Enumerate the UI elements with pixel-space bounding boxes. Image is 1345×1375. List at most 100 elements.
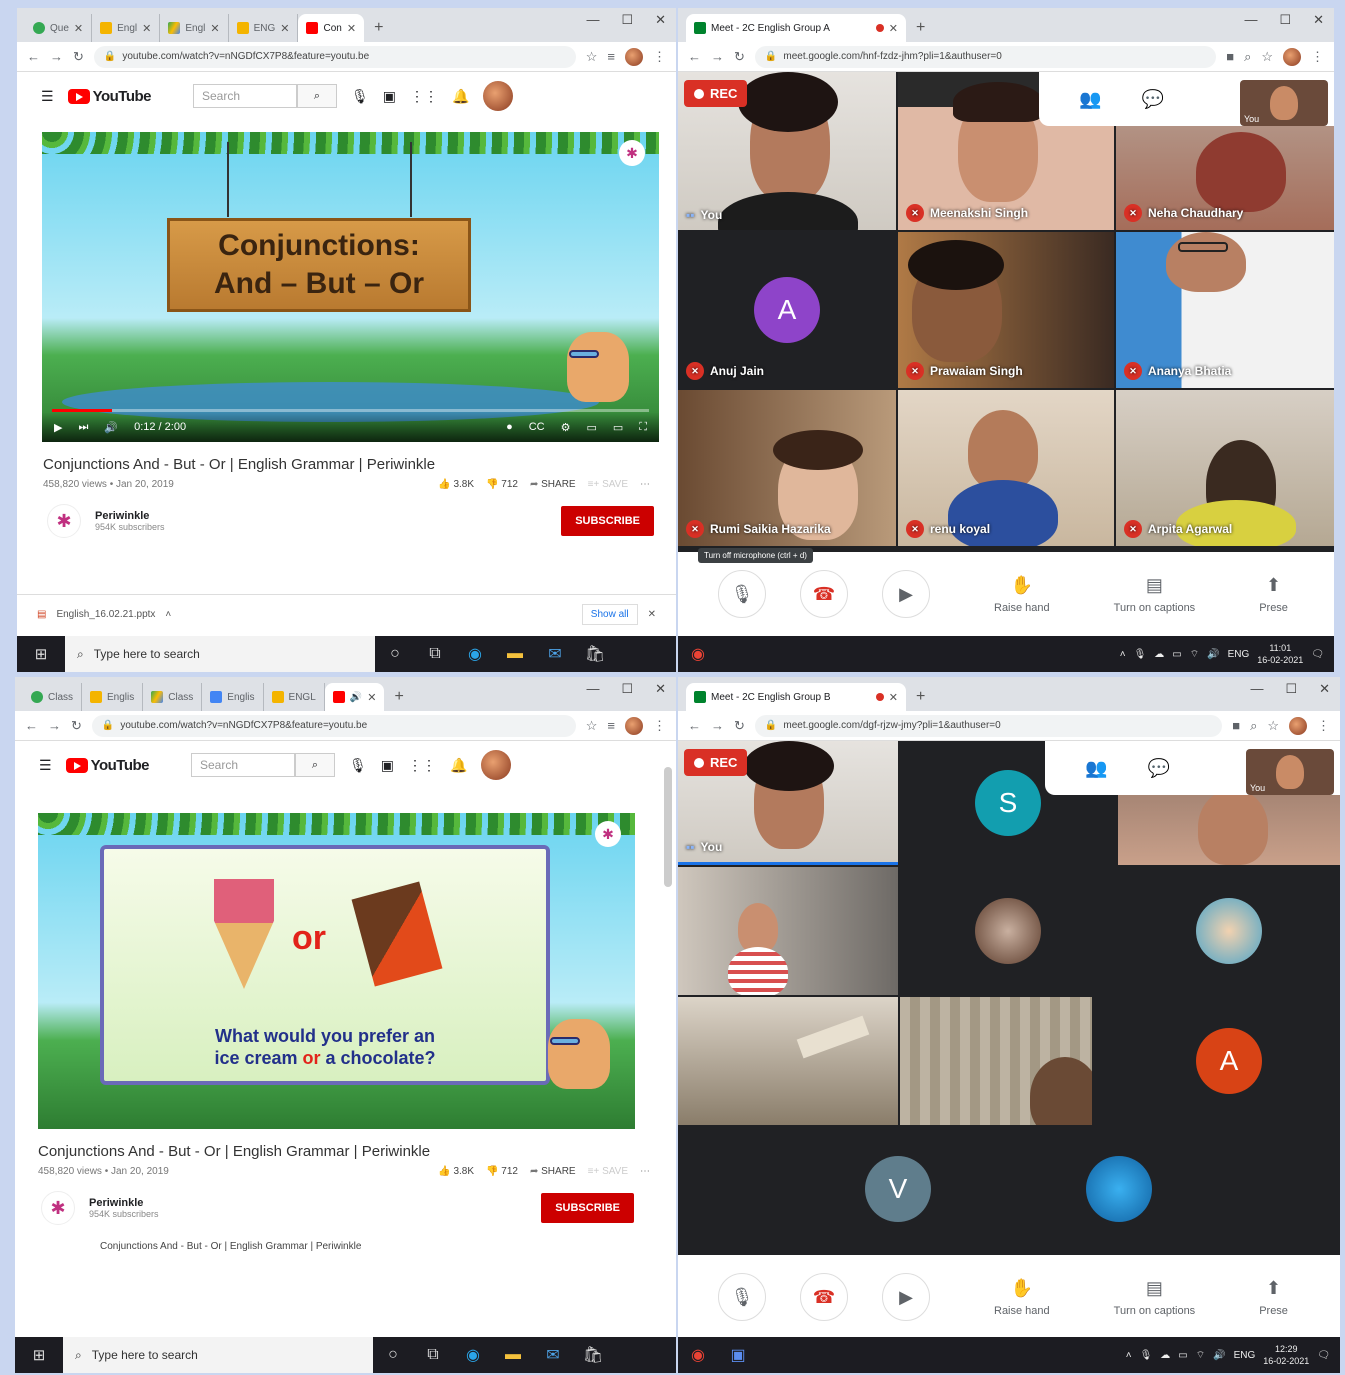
leave-call-button[interactable]: ☎	[800, 1273, 848, 1321]
mic-icon[interactable]: 🎙	[349, 757, 367, 774]
menu-icon[interactable]: ≡	[607, 718, 615, 733]
channel-avatar[interactable]: ✱	[47, 504, 81, 538]
task-view-icon[interactable]: ⧉	[413, 1346, 453, 1364]
participant-tile[interactable]: ✕ Ananya Bhatia	[1116, 232, 1334, 388]
volume-icon[interactable]: 🔊	[1207, 649, 1219, 660]
maximize-icon[interactable]: ☐	[1279, 12, 1291, 28]
network-icon[interactable]: ⌔	[1190, 648, 1199, 661]
participant-tile[interactable]	[898, 867, 1118, 995]
store-icon[interactable]: 🛍	[575, 644, 615, 664]
chat-icon[interactable]: 💬	[1148, 758, 1170, 779]
participant-tile[interactable]: A ✕ Anuj Jain	[678, 232, 896, 388]
mail-icon[interactable]: ✉	[535, 644, 575, 664]
participant-tile[interactable]: A	[1118, 997, 1340, 1125]
hamburger-icon[interactable]: ☰	[39, 757, 52, 774]
search-icon[interactable]: ⌕	[297, 84, 337, 108]
menu-icon[interactable]: ≡	[607, 49, 615, 64]
cc-icon[interactable]: CC	[529, 421, 545, 433]
task-view-icon[interactable]: ⧉	[415, 645, 455, 663]
new-tab-button[interactable]: +	[384, 683, 413, 711]
close-icon[interactable]: ✕	[74, 22, 83, 35]
participant-tile[interactable]	[678, 997, 898, 1125]
close-icon[interactable]: ✕	[347, 22, 356, 35]
camera-button[interactable]: ▶	[882, 570, 930, 618]
browser-tab[interactable]: Englis	[202, 683, 264, 711]
close-icon[interactable]: ✕	[1319, 681, 1330, 697]
notification-icon[interactable]: 🗨	[1317, 1350, 1330, 1361]
windows-start-icon[interactable]: ⊞	[15, 1337, 63, 1373]
maximize-icon[interactable]: ☐	[1285, 681, 1297, 697]
close-icon[interactable]: ✕	[142, 22, 151, 35]
star-icon[interactable]: ☆	[586, 49, 598, 65]
subscribe-button[interactable]: SUBSCRIBE	[561, 506, 654, 536]
minimize-icon[interactable]: —	[1244, 12, 1257, 28]
language-indicator[interactable]: ENG	[1228, 649, 1250, 660]
people-icon[interactable]: 👥	[1085, 758, 1107, 779]
taskbar-search[interactable]: ⌕ Type here to search	[65, 636, 375, 672]
clock[interactable]: 12:29 16-02-2021	[1263, 1343, 1309, 1367]
avatar[interactable]	[1283, 47, 1301, 66]
save-button[interactable]: ≡+ SAVE	[588, 479, 628, 490]
cloud-icon[interactable]: ☁	[1154, 649, 1164, 660]
url-field[interactable]: 🔒 meet.google.com/hnf-fzdz-jhm?pli=1&auth…	[754, 45, 1217, 68]
create-video-icon[interactable]: ▣	[381, 757, 394, 774]
browser-tab[interactable]: Englis	[82, 683, 144, 711]
close-icon[interactable]: ✕	[367, 691, 376, 704]
chrome-taskbar-icon[interactable]: ◉	[678, 1345, 718, 1365]
participant-tile[interactable]: ✕ Prawaiam Singh	[898, 232, 1114, 388]
apps-icon[interactable]: ⋮⋮	[410, 88, 438, 105]
captions-button[interactable]: ▤ Turn on captions	[1114, 575, 1196, 614]
reload-icon[interactable]: ↻	[73, 49, 84, 65]
more-icon[interactable]: ⋮	[653, 49, 666, 65]
video-player[interactable]: or What would you prefer an ice cream or…	[38, 813, 635, 1129]
leave-call-button[interactable]: ☎	[800, 570, 848, 618]
browser-tab[interactable]: ENG ✕	[229, 14, 299, 42]
more-icon[interactable]: ⋮	[1317, 718, 1330, 734]
chat-icon[interactable]: 💬	[1142, 89, 1164, 110]
close-icon[interactable]: ✕	[655, 681, 666, 697]
browser-tab-active[interactable]: Meet - 2C English Group B ✕	[686, 683, 906, 711]
play-icon[interactable]: ▶	[54, 421, 62, 434]
battery-icon[interactable]: ▭	[1172, 649, 1181, 660]
participant-tile[interactable]: ✕ Arpita Agarwal	[1116, 390, 1334, 546]
browser-tab-active[interactable]: 🔊 ✕	[324, 683, 385, 711]
download-filename[interactable]: English_16.02.21.pptx	[56, 609, 155, 620]
video-player[interactable]: Conjunctions: And – But – Or ✱ ▶ ⏭ 🔊 0:1…	[42, 132, 659, 442]
search-icon[interactable]: ⌕	[295, 753, 335, 777]
dislike-button[interactable]: 👎 712	[486, 1166, 518, 1177]
browser-tab[interactable]: ENGL	[264, 683, 325, 711]
close-icon[interactable]: ✕	[889, 22, 898, 35]
close-icon[interactable]: ✕	[210, 22, 219, 35]
more-icon[interactable]: ⋮	[653, 718, 666, 734]
browser-tab[interactable]: Class	[143, 683, 203, 711]
mic-button[interactable]: 🎙	[718, 1273, 766, 1321]
youtube-logo[interactable]: YouTube	[67, 88, 152, 105]
paint-app-icon[interactable]: ▣	[718, 1345, 758, 1365]
new-tab-button[interactable]: +	[906, 14, 935, 42]
avatar[interactable]	[625, 47, 643, 66]
search-input[interactable]: Search	[191, 753, 295, 777]
browser-tab[interactable]: Class	[23, 683, 83, 711]
zoom-icon[interactable]: ⌕	[1244, 49, 1251, 65]
subscribe-button[interactable]: SUBSCRIBE	[541, 1193, 634, 1223]
clock[interactable]: 11:01 16-02-2021	[1257, 642, 1303, 666]
channel-name[interactable]: Periwinkle	[95, 510, 165, 522]
browser-tab[interactable]: Engl ✕	[160, 14, 229, 42]
youtube-logo[interactable]: YouTube	[65, 757, 150, 774]
back-icon[interactable]: ←	[688, 49, 701, 64]
avatar[interactable]	[481, 750, 512, 780]
maximize-icon[interactable]: ☐	[621, 12, 633, 28]
mic-button[interactable]: 🎙	[718, 570, 766, 618]
channel-avatar[interactable]: ✱	[41, 1191, 75, 1225]
camera-indicator-icon[interactable]: ■	[1232, 718, 1240, 733]
camera-indicator-icon[interactable]: ■	[1226, 49, 1234, 64]
autoplay-toggle[interactable]: ●	[506, 421, 513, 433]
fullscreen-icon[interactable]: ⛶	[639, 421, 647, 434]
forward-icon[interactable]: →	[48, 718, 61, 733]
avatar[interactable]	[1289, 716, 1307, 735]
channel-name[interactable]: Periwinkle	[89, 1197, 159, 1209]
audio-playing-icon[interactable]: 🔊	[350, 692, 362, 703]
participant-tile[interactable]	[900, 997, 1092, 1125]
cloud-icon[interactable]: ☁	[1160, 1350, 1170, 1361]
like-button[interactable]: 👍 3.8K	[438, 479, 474, 490]
